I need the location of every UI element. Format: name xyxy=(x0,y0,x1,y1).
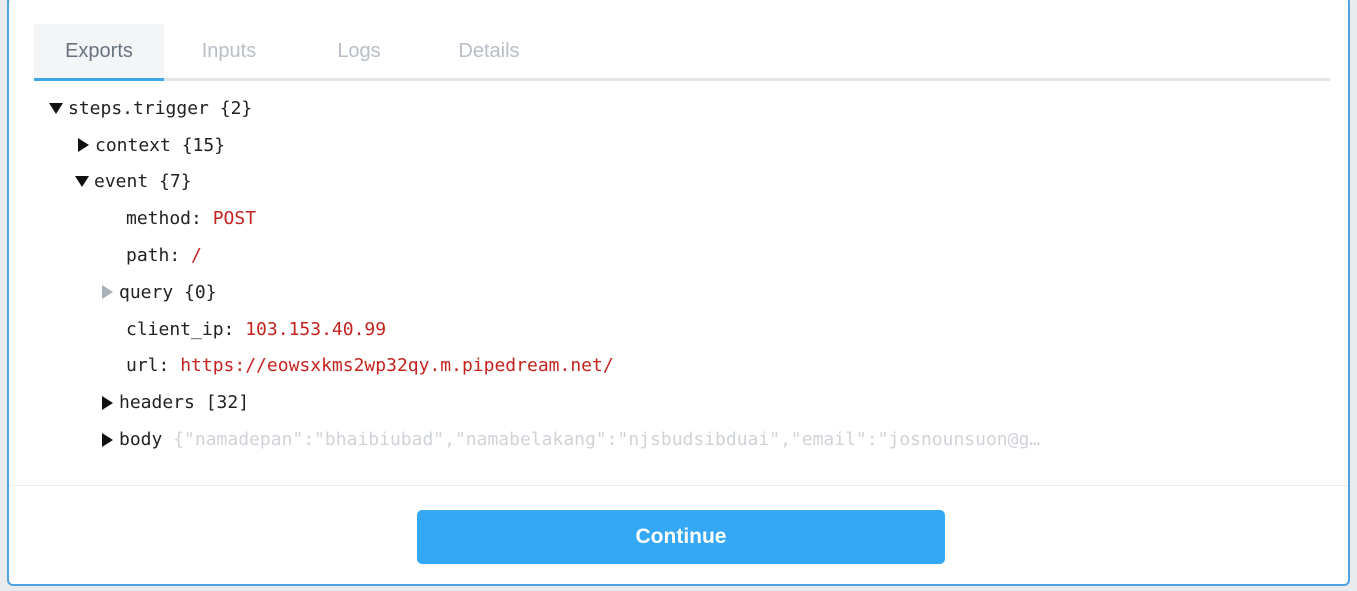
tab-logs[interactable]: Logs xyxy=(294,24,424,78)
leaf-value: https://eowsxkms2wp32qy.m.pipedream.net/ xyxy=(180,355,614,377)
caret-down-icon[interactable] xyxy=(75,176,89,188)
caret-right-icon[interactable] xyxy=(102,285,113,300)
tab-inputs[interactable]: Inputs xyxy=(164,24,294,78)
node-key: steps.trigger xyxy=(68,97,209,119)
node-count: {7} xyxy=(159,171,192,193)
tree-node-query[interactable]: query {0} xyxy=(49,274,1040,311)
continue-button[interactable]: Continue xyxy=(417,510,945,564)
node-count: {2} xyxy=(219,97,253,119)
caret-right-icon[interactable] xyxy=(102,395,113,410)
tab-details[interactable]: Details xyxy=(424,24,554,78)
leaf-key: url: xyxy=(126,355,170,377)
object-tree: steps.trigger {2} context {15} event {7}… xyxy=(49,90,1040,458)
exports-panel: Exports Inputs Logs Details steps.trigge… xyxy=(7,0,1350,586)
node-count: {15} xyxy=(181,134,226,156)
tree-leaf-path: path: / xyxy=(49,237,1040,274)
caret-right-icon[interactable] xyxy=(78,138,89,153)
tree-node-context[interactable]: context {15} xyxy=(49,127,1040,164)
leaf-key: method: xyxy=(126,208,202,230)
tree-node-headers[interactable]: headers [32] xyxy=(49,384,1040,421)
tree-node-event[interactable]: event {7} xyxy=(49,164,1040,201)
panel-footer: Continue xyxy=(9,485,1348,585)
tree-node-body[interactable]: body {"namadepan":"bhaibiubad","namabela… xyxy=(49,421,1040,458)
leaf-value: 103.153.40.99 xyxy=(245,318,387,340)
leaf-key: client_ip: xyxy=(126,318,235,340)
tab-exports[interactable]: Exports xyxy=(34,24,164,81)
node-key: event xyxy=(94,171,149,193)
node-key: body xyxy=(119,429,163,451)
leaf-value: / xyxy=(191,245,202,267)
tab-bar: Exports Inputs Logs Details xyxy=(34,24,1330,81)
tree-node-steps-trigger[interactable]: steps.trigger {2} xyxy=(49,90,1040,127)
node-key: context xyxy=(95,134,171,156)
caret-down-icon[interactable] xyxy=(49,102,63,114)
body-preview: {"namadepan":"bhaibiubad","namabelakang"… xyxy=(173,429,1041,451)
node-count: {0} xyxy=(184,281,217,303)
tree-leaf-method: method: POST xyxy=(49,200,1040,237)
caret-right-icon[interactable] xyxy=(102,432,113,447)
leaf-key: path: xyxy=(126,245,181,267)
tree-leaf-url: url: https://eowsxkms2wp32qy.m.pipedream… xyxy=(49,348,1040,385)
leaf-value: POST xyxy=(212,208,257,230)
node-key: query xyxy=(119,281,174,303)
node-key: headers xyxy=(119,392,195,414)
tree-leaf-client-ip: client_ip: 103.153.40.99 xyxy=(49,311,1040,348)
node-count: [32] xyxy=(205,392,250,414)
